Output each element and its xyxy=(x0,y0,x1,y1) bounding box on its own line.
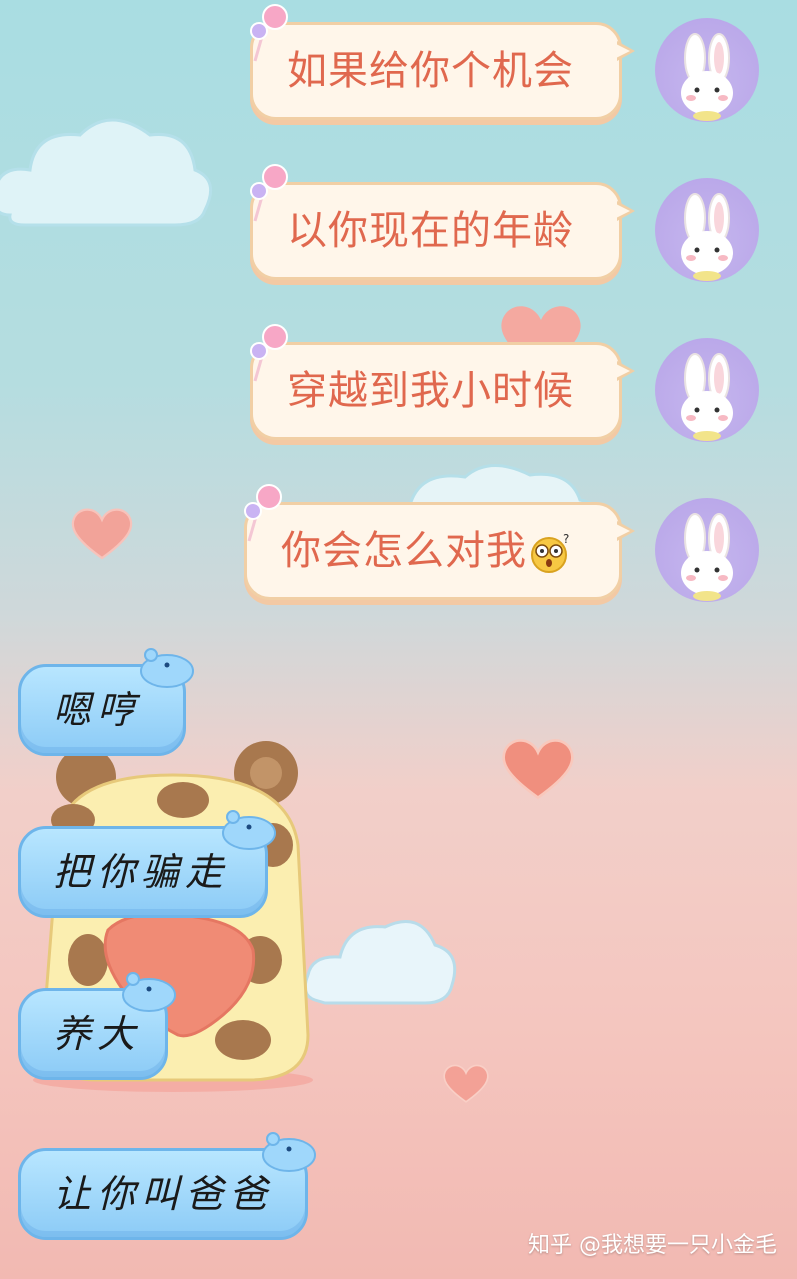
heart-decoration xyxy=(502,739,574,800)
incoming-message-text: 让你叫爸爸 xyxy=(53,1172,274,1216)
incoming-message[interactable]: 养大 xyxy=(18,972,176,1080)
outgoing-message-text: 你会怎么对我 ? xyxy=(281,505,573,597)
incoming-message-text: 养大 xyxy=(53,1012,142,1056)
incoming-message-text: 把你骗走 xyxy=(53,850,230,894)
outgoing-message-text: 如果给你个机会 xyxy=(287,48,574,94)
incoming-message-text: 嗯哼 xyxy=(53,688,142,732)
watermark: 知乎 @我想要一只小金毛 xyxy=(528,1233,777,1258)
cloud-decoration xyxy=(303,919,457,1005)
bunny-avatar-icon[interactable] xyxy=(655,338,759,442)
outgoing-message-text-content: 你会怎么对我 xyxy=(281,528,527,574)
outgoing-message[interactable]: 以你现在的年龄 xyxy=(250,164,635,280)
outgoing-message[interactable]: 如果给你个机会 xyxy=(250,4,635,120)
svg-text:?: ? xyxy=(563,532,570,546)
bunny-avatar-icon[interactable] xyxy=(655,178,759,282)
incoming-message[interactable]: 让你叫爸爸 xyxy=(18,1132,316,1240)
outgoing-message-text: 以你现在的年龄 xyxy=(287,208,574,254)
cloud-decoration xyxy=(0,118,213,227)
outgoing-message[interactable]: 穿越到我小时候 xyxy=(250,324,635,440)
shocked-face-emoji: ? xyxy=(531,532,570,573)
bunny-avatar-icon[interactable] xyxy=(655,18,759,122)
hippo-icon xyxy=(140,648,194,688)
heart-decoration xyxy=(443,1064,489,1103)
bunny-avatar-icon[interactable] xyxy=(655,498,759,602)
outgoing-message[interactable]: 你会怎么对我 ? xyxy=(244,484,635,600)
incoming-message[interactable]: 嗯哼 xyxy=(18,648,194,756)
heart-decoration xyxy=(71,508,133,560)
outgoing-message-text: 穿越到我小时候 xyxy=(287,368,574,414)
chat-screen: 如果给你个机会 以你现在的年龄 穿越到我小时候 你会怎么对我 ? 嗯哼 把你骗走… xyxy=(0,0,797,1279)
incoming-message[interactable]: 把你骗走 xyxy=(18,810,276,918)
